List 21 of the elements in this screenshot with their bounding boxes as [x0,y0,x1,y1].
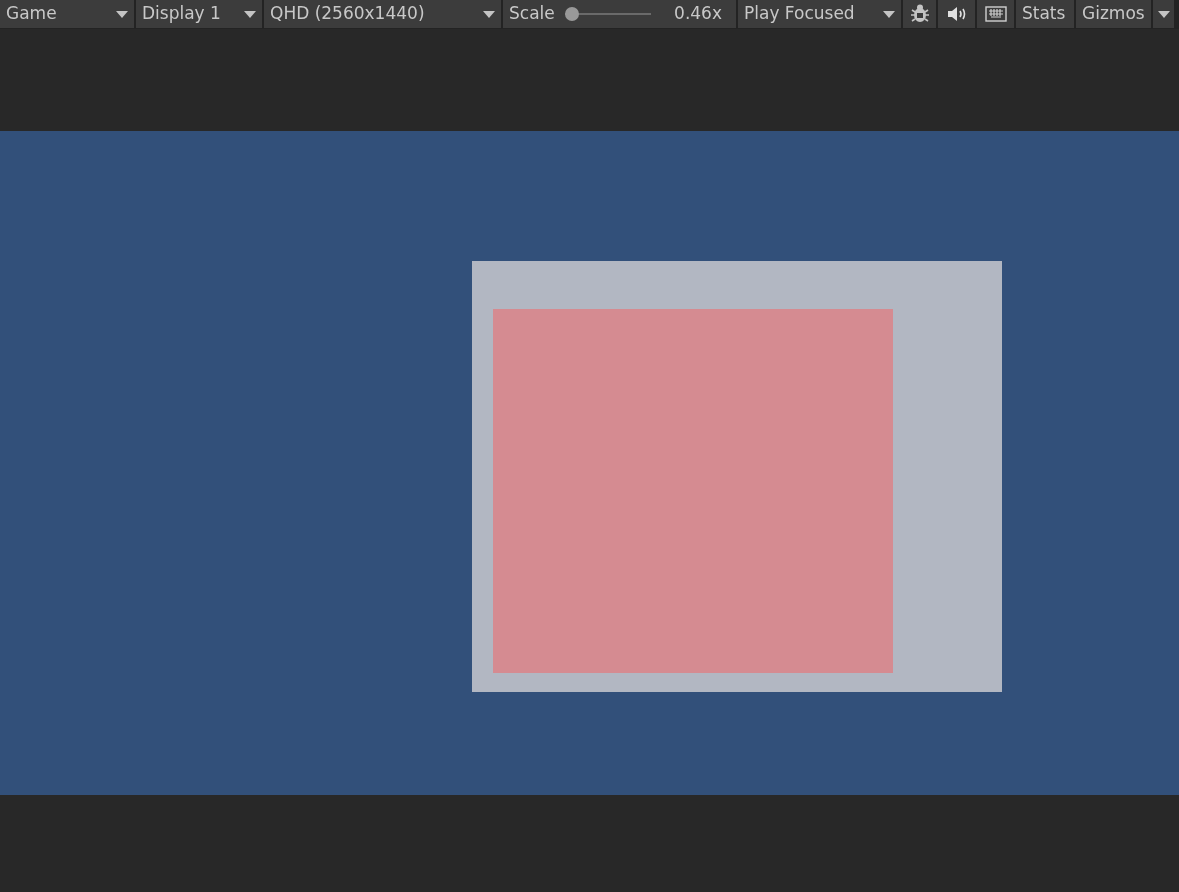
toolbar-button[interactable]: Stats [1016,0,1074,28]
dropdown[interactable]: Play Focused [738,0,901,28]
dropdown[interactable]: Game [0,0,134,28]
scale-reading: 0.46x [674,2,722,26]
scale-label: Scale [509,2,555,26]
dropdown[interactable]: QHD (2560x1440) [264,0,501,28]
keyboard-toggle[interactable] [977,0,1014,28]
dropdown-button[interactable] [1153,0,1174,28]
slider-thumb[interactable] [564,7,579,21]
caret-icon [244,10,256,18]
bug-icon [908,3,931,25]
keyboard-icon [984,6,1007,22]
caret-icon [116,10,128,18]
dropdown[interactable]: Display 1 [136,0,262,28]
toolbar-button[interactable]: Gizmos [1076,0,1151,28]
speaker-icon [946,6,967,22]
caret-icon [883,10,895,18]
speaker-toggle[interactable] [938,0,975,28]
caret-icon [483,10,495,18]
caret-icon [1157,10,1170,18]
bug-toggle[interactable] [903,0,936,28]
